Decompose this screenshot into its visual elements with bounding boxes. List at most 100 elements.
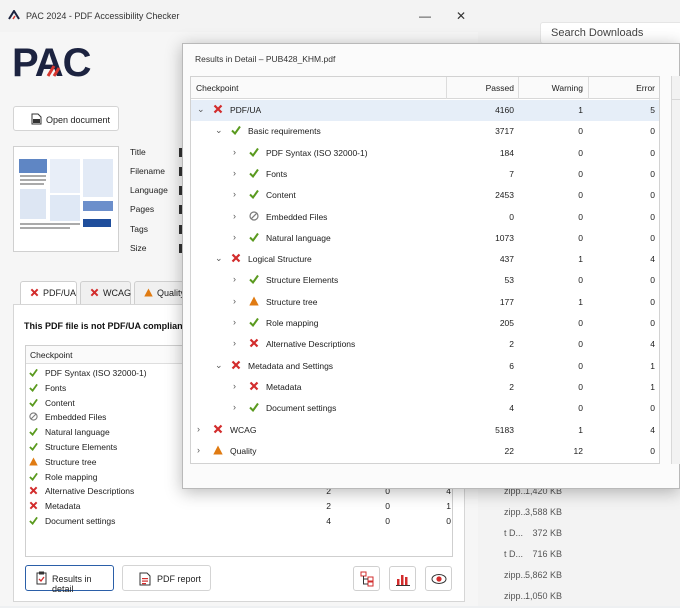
check-icon xyxy=(29,472,38,483)
screen-reader-preview-button[interactable] xyxy=(425,566,452,591)
statistics-button[interactable] xyxy=(389,566,416,591)
file-size: 716 KB xyxy=(532,549,562,559)
warning-count: 0 xyxy=(578,211,583,222)
open-document-button[interactable]: Open document xyxy=(13,106,119,131)
tree-row-label: Embedded Files xyxy=(266,211,328,222)
passed-count: 5183 xyxy=(495,424,514,435)
bar-chart-icon xyxy=(396,575,410,586)
warning-count: 1 xyxy=(578,296,583,307)
expand-chevron-icon[interactable]: › xyxy=(233,232,236,242)
error-count: 0 xyxy=(650,445,655,456)
expand-chevron-icon[interactable]: › xyxy=(233,274,236,284)
explorer-file-row[interactable]: zipp... 1,050 KB xyxy=(500,587,680,608)
explorer-file-row[interactable]: zipp... 3,588 KB xyxy=(500,503,680,524)
error-count: 0 xyxy=(650,190,655,201)
error-count: 0 xyxy=(650,126,655,137)
check-icon xyxy=(29,516,38,527)
tree-row[interactable]: › Natural language 1073 0 0 xyxy=(191,228,659,249)
tab-pdf-ua[interactable]: PDF/UA xyxy=(20,281,77,306)
checkpoint-name: Fonts xyxy=(45,382,67,393)
warning-count: 0 xyxy=(578,339,583,350)
tree-row[interactable]: › Embedded Files 0 0 0 xyxy=(191,207,659,228)
explorer-file-row[interactable]: t D... 716 KB xyxy=(500,545,680,566)
explorer-file-row[interactable]: t D... 372 KB xyxy=(500,524,680,545)
passed-count: 53 xyxy=(504,275,514,286)
tree-row[interactable]: ⌄ Logical Structure 437 1 4 xyxy=(191,249,659,270)
file-size: 1,050 KB xyxy=(524,591,562,601)
search-downloads-input[interactable]: Search Downloads xyxy=(540,22,680,44)
warning-count: 12 xyxy=(573,445,583,456)
checkpoint-passed: 2 xyxy=(326,501,331,512)
results-tree-grid[interactable]: Checkpoint Passed Warning Error ⌄ PDF/UA 4… xyxy=(190,76,660,464)
checkpoint-name: Metadata xyxy=(45,501,81,512)
collapse-chevron-icon[interactable]: ⌄ xyxy=(215,125,223,136)
not-applicable-icon xyxy=(29,412,38,423)
tree-row[interactable]: › Content 2453 0 0 xyxy=(191,185,659,206)
tree-row-label: Logical Structure xyxy=(248,254,312,265)
pdf-report-button[interactable]: PDF report xyxy=(122,565,211,591)
column-warning[interactable]: Warning xyxy=(533,83,583,93)
tree-row[interactable]: › Alternative Descriptions 2 0 4 xyxy=(191,334,659,355)
tree-row[interactable]: › Structure tree 177 1 0 xyxy=(191,292,659,313)
error-icon xyxy=(213,104,223,116)
collapse-chevron-icon[interactable]: ⌄ xyxy=(215,360,223,371)
tab-wcag[interactable]: WCAG xyxy=(80,281,131,305)
pdf-report-label: PDF report xyxy=(157,574,202,584)
tree-row[interactable]: › Role mapping 205 0 0 xyxy=(191,313,659,334)
checkpoint-passed: 4 xyxy=(326,516,331,526)
explorer-file-row[interactable]: zipp... 5,862 KB xyxy=(500,566,680,587)
compliance-message: This PDF file is not PDF/UA compliant. xyxy=(24,321,189,331)
tab-pdf-ua-label: PDF/UA xyxy=(43,288,77,298)
warning-count: 0 xyxy=(578,232,583,243)
error-icon xyxy=(231,360,241,372)
tree-row[interactable]: ⌄ PDF/UA 4160 1 5 xyxy=(191,100,659,122)
expand-chevron-icon[interactable]: › xyxy=(233,168,236,178)
warning-count: 0 xyxy=(578,381,583,392)
check-icon xyxy=(29,427,38,438)
expand-chevron-icon[interactable]: › xyxy=(233,211,236,221)
column-checkpoint[interactable]: Checkpoint xyxy=(196,83,239,93)
tree-row[interactable]: › Metadata 2 0 1 xyxy=(191,377,659,398)
passed-count: 177 xyxy=(499,296,514,307)
passed-count: 2453 xyxy=(495,190,514,201)
expand-chevron-icon[interactable]: › xyxy=(233,402,236,412)
passed-count: 22 xyxy=(504,445,514,456)
expand-chevron-icon[interactable]: › xyxy=(233,338,236,348)
error-icon xyxy=(249,338,259,350)
collapse-chevron-icon[interactable]: ⌄ xyxy=(197,104,205,115)
expand-chevron-icon[interactable]: › xyxy=(197,445,200,455)
tree-row[interactable]: › PDF Syntax (ISO 32000-1) 184 0 0 xyxy=(191,143,659,164)
expand-chevron-icon[interactable]: › xyxy=(233,147,236,157)
checkpoint-row[interactable]: Document settings 4 0 0 xyxy=(26,514,452,529)
expand-chevron-icon[interactable]: › xyxy=(197,424,200,434)
tree-row[interactable]: › Document settings 4 0 0 xyxy=(191,398,659,419)
column-passed[interactable]: Passed xyxy=(464,83,514,93)
minimize-button[interactable]: — xyxy=(413,6,437,26)
tree-row[interactable]: › Structure Elements 53 0 0 xyxy=(191,270,659,291)
column-error[interactable]: Error xyxy=(605,83,655,93)
tree-row[interactable]: › Fonts 7 0 0 xyxy=(191,164,659,185)
expand-chevron-icon[interactable]: › xyxy=(233,317,236,327)
tab-quality[interactable]: Quality xyxy=(134,281,186,305)
file-size: 3,588 KB xyxy=(524,507,562,517)
results-in-detail-button[interactable]: Results in detail xyxy=(25,565,114,594)
tab-quality-label: Quality xyxy=(157,288,186,298)
tree-row[interactable]: › WCAG 5183 1 4 xyxy=(191,420,659,441)
expand-chevron-icon[interactable]: › xyxy=(233,296,236,306)
results-detail-window: Results in Detail – PUB428_KHM.pdf Check… xyxy=(182,43,680,489)
expand-chevron-icon[interactable]: › xyxy=(233,189,236,199)
collapse-chevron-icon[interactable]: ⌄ xyxy=(215,253,223,264)
meta-label-size: Size xyxy=(130,243,147,253)
error-count: 4 xyxy=(650,254,655,265)
close-button[interactable]: ✕ xyxy=(449,6,473,26)
expand-chevron-icon[interactable]: › xyxy=(233,381,236,391)
tree-row[interactable]: ⌄ Basic requirements 3717 0 0 xyxy=(191,121,659,142)
checkpoint-name: Embedded Files xyxy=(45,412,107,423)
checkpoint-row[interactable]: Metadata 2 0 1 xyxy=(26,499,452,514)
structure-tree-button[interactable] xyxy=(353,566,380,591)
checkpoint-name: Alternative Descriptions xyxy=(45,486,135,497)
error-count: 4 xyxy=(650,339,655,350)
tree-row[interactable]: › Quality 22 12 0 xyxy=(191,441,659,462)
meta-label-filename: Filename xyxy=(130,166,165,176)
tree-row[interactable]: ⌄ Metadata and Settings 6 0 1 xyxy=(191,356,659,377)
